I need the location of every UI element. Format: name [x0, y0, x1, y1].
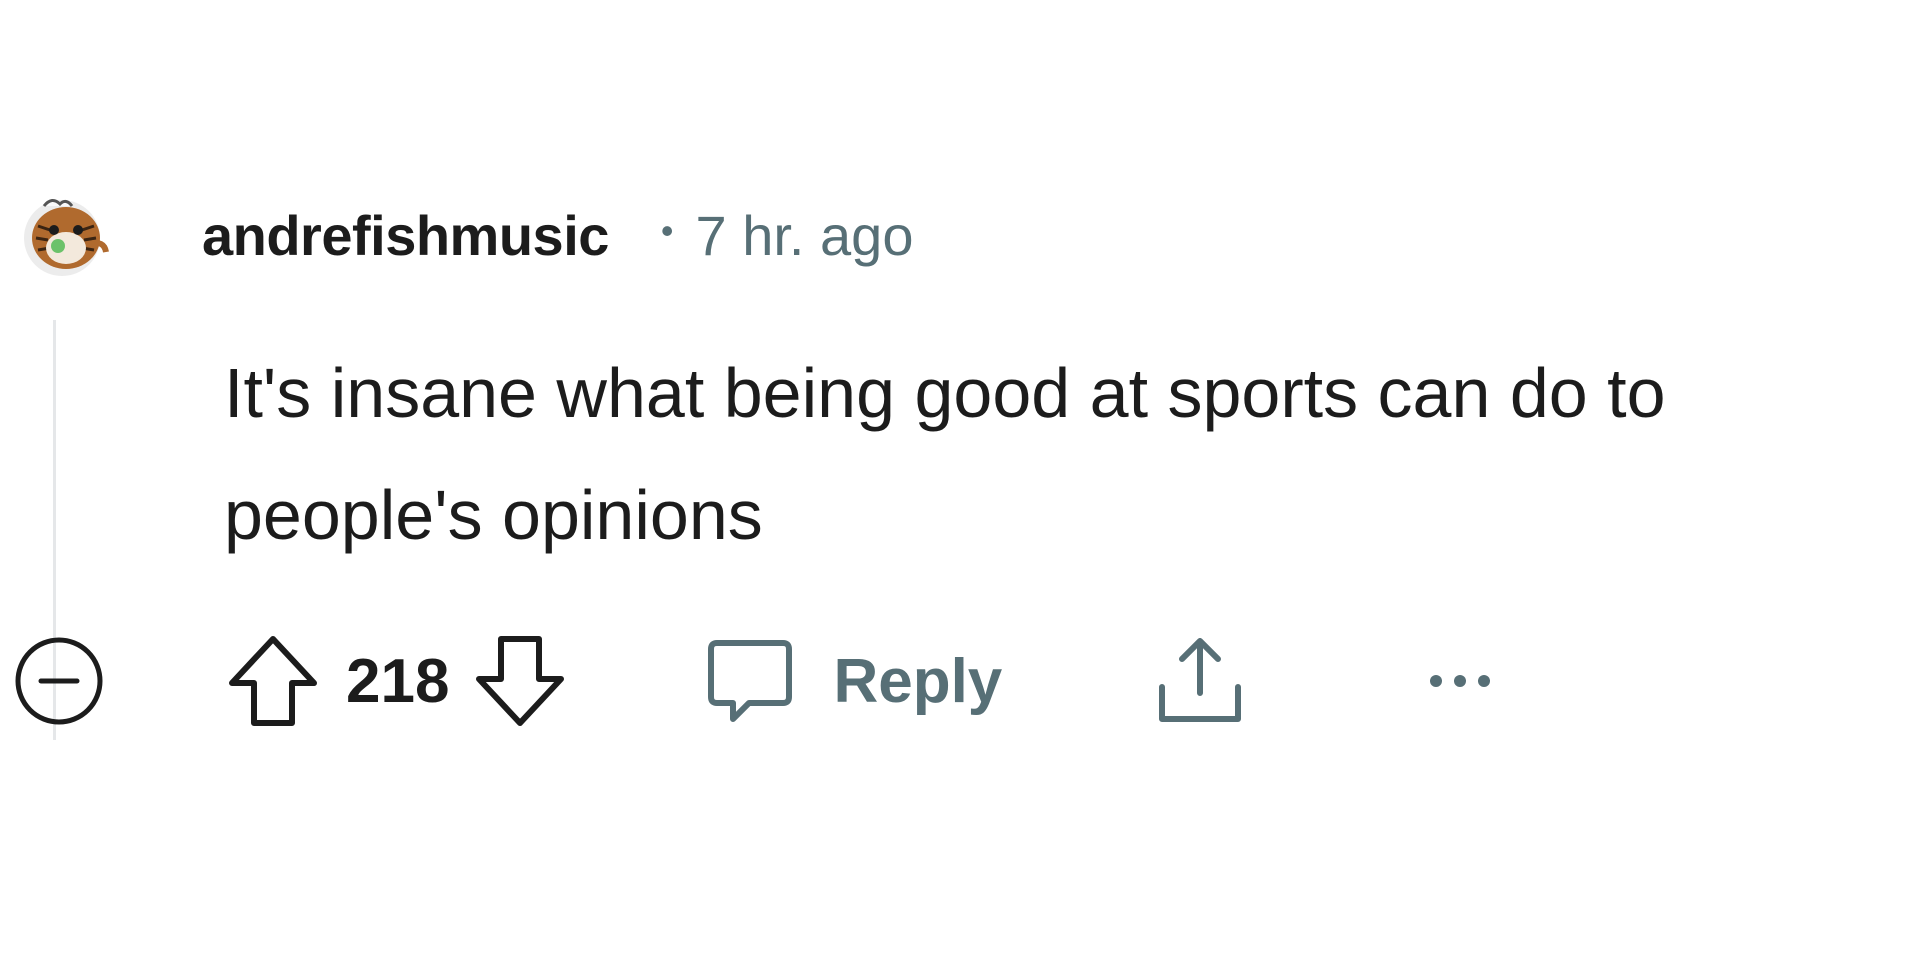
comment-actions: 218 Reply [226, 628, 1498, 734]
comment-header: andrefishmusic • 7 hr. ago [202, 200, 913, 270]
upvote-button[interactable] [226, 631, 320, 731]
share-upload-icon [1159, 638, 1242, 722]
upvote-arrow-icon [229, 636, 317, 726]
reply-label: Reply [833, 646, 1003, 716]
avatar[interactable] [14, 186, 110, 282]
tiger-avatar-icon [24, 199, 109, 276]
speech-bubble-icon [708, 640, 793, 722]
vote-group: 218 [226, 631, 567, 731]
ellipsis-icon [1430, 675, 1491, 687]
timestamp: 7 hr. ago [695, 203, 914, 267]
username[interactable]: andrefishmusic [202, 203, 609, 268]
reply-button[interactable]: Reply [703, 633, 1002, 729]
more-options-button[interactable] [1422, 651, 1498, 711]
collapse-button[interactable] [12, 634, 106, 728]
comment-body: It's insane what being good at sports ca… [224, 354, 1666, 554]
downvote-arrow-icon [476, 636, 565, 726]
meta-separator: • [660, 210, 674, 251]
collapse-minus-circle-icon [15, 637, 103, 725]
downvote-button[interactable] [473, 631, 567, 731]
share-button[interactable] [1154, 631, 1246, 731]
vote-score: 218 [346, 646, 450, 716]
comment-card: andrefishmusic • 7 hr. ago It's insane w… [0, 0, 1920, 960]
